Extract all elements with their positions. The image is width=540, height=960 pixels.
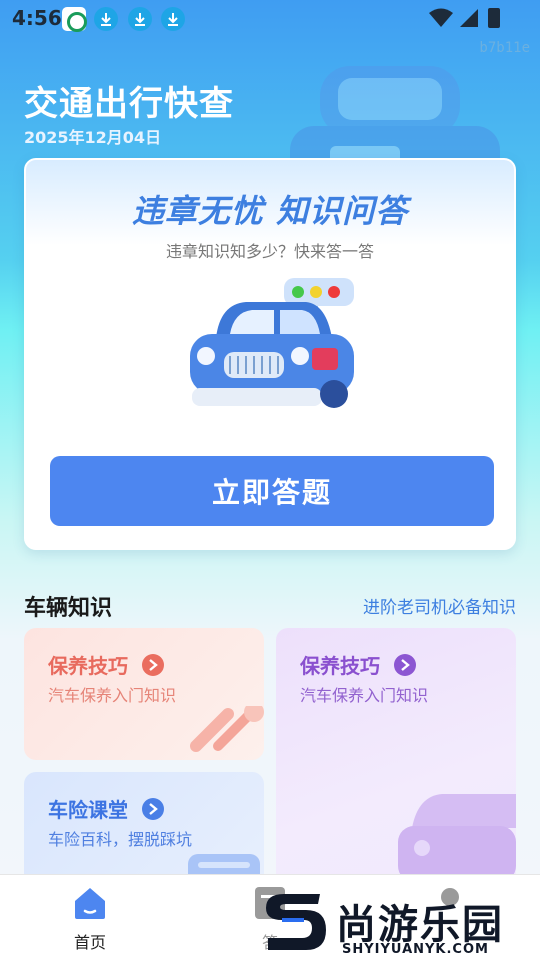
hero-title: 违章无忧 知识问答 (131, 192, 409, 230)
card-subtitle: 汽车保养入门知识 (48, 686, 177, 705)
status-bar: 4:56 (0, 0, 540, 36)
wrench-icon (190, 706, 264, 752)
section-title: 车辆知识 (24, 596, 113, 621)
watermark-logo (266, 894, 326, 950)
card-subtitle: 汽车保养入门知识 (300, 686, 429, 705)
download-icon (128, 7, 152, 31)
home-icon (75, 888, 105, 919)
quiz-hero-card: 违章无忧 知识问答 违章知识知多少？快来答一答 立即答题 (24, 158, 516, 550)
chevron-right-icon (142, 653, 164, 676)
watermark-url: SHYIYUANYK.COM (342, 942, 489, 957)
site-watermark: 尚游乐园 SHYIYUANYK.COM (262, 886, 540, 960)
chevron-right-icon (142, 797, 164, 820)
wifi-icon (429, 8, 453, 27)
car-illustration (190, 278, 354, 408)
build-id: b7b11e (479, 40, 530, 56)
battery-charging-icon (488, 8, 500, 28)
chevron-right-icon (394, 653, 416, 676)
download-icon (94, 7, 118, 31)
start-quiz-button[interactable]: 立即答题 (50, 456, 494, 526)
card-title: 车险课堂 (48, 798, 128, 822)
card-title: 保养技巧 (48, 654, 128, 678)
nav-label: 首页 (73, 933, 106, 952)
page-title: 交通出行快查 (24, 84, 234, 124)
card-subtitle: 车险百科，摆脱踩坑 (48, 830, 193, 849)
card-title: 保养技巧 (300, 654, 380, 678)
maintenance-tips-card-2[interactable]: 保养技巧 汽车保养入门知识 (276, 628, 516, 888)
page-date: 2025年12月04日 (24, 128, 162, 147)
maintenance-tips-card[interactable]: 保养技巧 汽车保养入门知识 (24, 628, 264, 760)
cell-signal-icon (460, 9, 478, 27)
download-icon (161, 7, 185, 31)
section-link[interactable]: 进阶老司机必备知识 (363, 593, 516, 618)
hero-subtitle: 违章知识知多少？快来答一答 (165, 242, 374, 261)
status-time: 4:56 (12, 6, 62, 30)
app-notification-icon (62, 7, 87, 32)
car-icon (398, 794, 516, 882)
nav-item-home[interactable]: 首页 (0, 875, 180, 960)
